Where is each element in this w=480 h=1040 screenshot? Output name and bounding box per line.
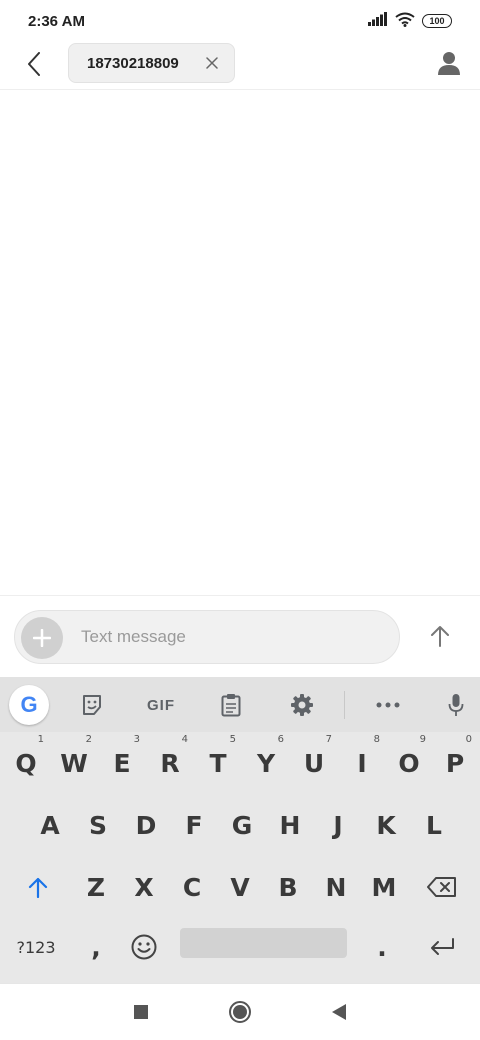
back-button[interactable] bbox=[20, 50, 48, 78]
status-time: 2:36 AM bbox=[28, 12, 85, 30]
gear-icon bbox=[291, 694, 313, 716]
battery-icon: 100 bbox=[422, 14, 452, 28]
key-f[interactable]: F bbox=[170, 794, 218, 856]
status-icons: 100 bbox=[368, 12, 452, 31]
microphone-icon bbox=[448, 694, 464, 716]
message-input[interactable] bbox=[81, 611, 381, 663]
key-i[interactable]: I8 bbox=[338, 732, 386, 794]
key-g[interactable]: G bbox=[218, 794, 266, 856]
backspace-icon bbox=[427, 877, 456, 897]
clipboard-icon bbox=[221, 694, 241, 717]
key-q[interactable]: Q1 bbox=[2, 732, 50, 794]
voice-input-button[interactable] bbox=[442, 685, 470, 725]
key-u[interactable]: U7 bbox=[290, 732, 338, 794]
key-x[interactable]: X bbox=[120, 856, 168, 918]
key-t[interactable]: T5 bbox=[194, 732, 242, 794]
toolbar-divider bbox=[344, 691, 345, 719]
gif-button[interactable]: GIF bbox=[140, 685, 182, 725]
comma-key[interactable]: , bbox=[72, 916, 120, 978]
message-list bbox=[0, 91, 480, 595]
key-e[interactable]: E3 bbox=[98, 732, 146, 794]
shift-key[interactable] bbox=[8, 856, 68, 918]
key-s[interactable]: S bbox=[74, 794, 122, 856]
key-a[interactable]: A bbox=[26, 794, 74, 856]
sticker-button[interactable] bbox=[76, 685, 108, 725]
square-icon bbox=[134, 1005, 148, 1019]
back-nav-button[interactable] bbox=[326, 999, 352, 1025]
triangle-left-icon bbox=[332, 1004, 346, 1020]
key-d[interactable]: D bbox=[122, 794, 170, 856]
key-w[interactable]: W2 bbox=[50, 732, 98, 794]
chevron-left-icon bbox=[28, 52, 40, 76]
key-row-2: A S D F G H J K L bbox=[0, 794, 480, 856]
key-b[interactable]: B bbox=[264, 856, 312, 918]
settings-button[interactable] bbox=[287, 685, 317, 725]
google-search-button[interactable]: G bbox=[9, 685, 49, 725]
key-p[interactable]: P0 bbox=[432, 732, 478, 794]
circle-icon bbox=[229, 1001, 251, 1023]
key-n[interactable]: N bbox=[312, 856, 360, 918]
navigation-bar bbox=[0, 983, 480, 1040]
more-horizontal-icon bbox=[376, 702, 400, 708]
emoji-icon bbox=[131, 934, 157, 960]
plus-icon bbox=[33, 629, 51, 647]
messaging-screen: 2:36 AM 100 18730218809 Text message G G… bbox=[0, 0, 480, 1040]
gif-label: GIF bbox=[147, 696, 175, 714]
recents-button[interactable] bbox=[128, 999, 154, 1025]
remove-recipient-button[interactable] bbox=[204, 55, 220, 71]
compose-bar bbox=[0, 595, 480, 677]
key-r[interactable]: R4 bbox=[146, 732, 194, 794]
send-button[interactable] bbox=[426, 622, 454, 650]
key-m[interactable]: M bbox=[360, 856, 408, 918]
more-options-button[interactable] bbox=[373, 685, 403, 725]
key-j[interactable]: J bbox=[314, 794, 362, 856]
compose-field bbox=[14, 610, 400, 664]
key-row-3: Z X C V B N M bbox=[0, 856, 480, 918]
status-bar: 2:36 AM 100 bbox=[0, 0, 480, 42]
soft-keyboard: G GIF Q 1 W 2 E 3 R 4 T 5 Y 6 U 7 I 8 O … bbox=[0, 677, 480, 983]
recipient-number: 18730218809 bbox=[87, 54, 179, 72]
symbols-key[interactable]: ?123 bbox=[4, 916, 68, 978]
key-row-1: Q1 W2 E3 R4 T5 Y6 U7 I8 O9 P0 bbox=[0, 732, 480, 794]
wifi-icon bbox=[395, 12, 415, 31]
enter-icon bbox=[431, 938, 454, 955]
arrow-up-icon bbox=[431, 626, 449, 647]
home-button[interactable] bbox=[227, 999, 253, 1025]
contact-button[interactable] bbox=[434, 48, 464, 78]
google-icon: G bbox=[20, 692, 38, 717]
emoji-key[interactable] bbox=[120, 916, 168, 978]
key-o[interactable]: O9 bbox=[386, 732, 432, 794]
key-z[interactable]: Z bbox=[72, 856, 120, 918]
key-v[interactable]: V bbox=[216, 856, 264, 918]
person-icon bbox=[438, 52, 460, 75]
recipient-chip[interactable]: 18730218809 bbox=[68, 43, 235, 83]
signal-icon bbox=[368, 12, 388, 30]
space-key[interactable] bbox=[180, 928, 347, 958]
period-key[interactable]: . bbox=[358, 916, 406, 978]
key-l[interactable]: L bbox=[410, 794, 458, 856]
clipboard-button[interactable] bbox=[216, 685, 246, 725]
sticker-icon bbox=[83, 695, 101, 715]
backspace-key[interactable] bbox=[412, 856, 472, 918]
conversation-header: 18730218809 bbox=[0, 42, 480, 90]
add-attachment-button[interactable] bbox=[21, 617, 63, 659]
arrow-up-icon bbox=[28, 877, 48, 898]
key-y[interactable]: Y6 bbox=[242, 732, 290, 794]
keyboard-toolbar: G GIF bbox=[0, 677, 480, 732]
key-h[interactable]: H bbox=[266, 794, 314, 856]
key-c[interactable]: C bbox=[168, 856, 216, 918]
enter-key[interactable] bbox=[412, 916, 472, 978]
key-k[interactable]: K bbox=[362, 794, 410, 856]
key-row-4: ?123 , . bbox=[0, 916, 480, 978]
close-icon bbox=[206, 57, 218, 69]
